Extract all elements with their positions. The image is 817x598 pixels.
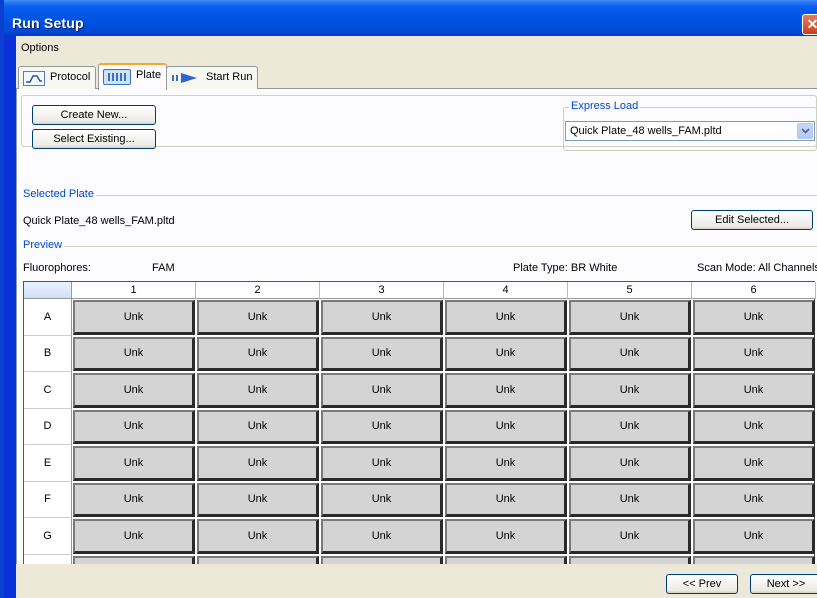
plate-well[interactable]: Unk <box>321 519 443 554</box>
footer-bar: << Prev Next >> <box>16 564 817 598</box>
plate-well[interactable]: Unk <box>569 336 691 371</box>
column-header[interactable]: 6 <box>692 282 816 299</box>
plate-well[interactable]: Unk <box>569 446 691 481</box>
row-header[interactable]: B <box>24 335 72 372</box>
plate-well[interactable]: Unk <box>693 482 815 517</box>
scan-mode: Scan Mode: All Channels <box>697 262 817 274</box>
plate-well[interactable]: Unk <box>445 336 567 371</box>
close-button[interactable]: ✕ <box>802 14 817 35</box>
column-header[interactable]: 3 <box>320 282 444 299</box>
plate-well[interactable]: Unk <box>693 519 815 554</box>
plate-well[interactable]: Unk <box>445 519 567 554</box>
tab-plate-label: Plate <box>136 69 162 81</box>
plate-grid-icon <box>103 69 131 85</box>
window-title: Run Setup <box>12 15 84 31</box>
protocol-graph-icon <box>23 71 45 86</box>
preview-divider <box>21 246 817 247</box>
plate-well[interactable]: Unk <box>693 446 815 481</box>
menu-bar: Options <box>16 36 817 60</box>
plate-well[interactable]: Unk <box>197 519 319 554</box>
tab-protocol[interactable]: Protocol <box>18 66 97 89</box>
plate-well[interactable]: Unk <box>73 519 195 554</box>
plate-well[interactable]: Unk <box>569 300 691 335</box>
plate-well[interactable]: Unk <box>693 409 815 444</box>
tab-start-run[interactable]: Start Run <box>166 66 259 89</box>
select-existing-button[interactable]: Select Existing... <box>32 129 156 149</box>
create-new-button[interactable]: Create New... <box>32 105 156 125</box>
start-run-arrow-icon <box>171 71 201 88</box>
plate-well[interactable]: Unk <box>321 482 443 517</box>
column-header[interactable]: 2 <box>196 282 320 299</box>
plate-well[interactable]: Unk <box>73 300 195 335</box>
plate-well[interactable]: Unk <box>445 446 567 481</box>
plate-well[interactable]: Unk <box>73 373 195 408</box>
grid-corner[interactable] <box>24 282 72 299</box>
tab-start-run-label: Start Run <box>206 71 253 83</box>
preview-label: Preview <box>21 239 65 251</box>
column-header[interactable]: 1 <box>72 282 196 299</box>
plate-well[interactable]: Unk <box>197 482 319 517</box>
plate-well[interactable]: Unk <box>321 336 443 371</box>
window-client: Options Protocol Plate Start Run Create … <box>16 36 817 598</box>
row-header[interactable]: G <box>24 518 72 555</box>
row-header[interactable]: D <box>24 408 72 445</box>
plate-well[interactable]: Unk <box>445 300 567 335</box>
plate-well[interactable]: Unk <box>445 482 567 517</box>
column-header[interactable]: 5 <box>568 282 692 299</box>
row-header[interactable]: C <box>24 372 72 409</box>
plate-well[interactable]: Unk <box>445 373 567 408</box>
plate-well[interactable]: Unk <box>73 409 195 444</box>
fluorophores-value: FAM <box>152 262 175 274</box>
plate-well[interactable]: Unk <box>197 373 319 408</box>
plate-well[interactable]: Unk <box>693 373 815 408</box>
edit-selected-button[interactable]: Edit Selected... <box>691 210 813 230</box>
menu-options[interactable]: Options <box>21 42 59 54</box>
plate-well[interactable]: Unk <box>569 482 691 517</box>
plate-well[interactable]: Unk <box>693 336 815 371</box>
plate-well[interactable]: Unk <box>569 519 691 554</box>
plate-well[interactable]: Unk <box>73 336 195 371</box>
plate-well[interactable]: Unk <box>197 300 319 335</box>
row-header[interactable]: F <box>24 481 72 518</box>
express-load-select[interactable]: Quick Plate_48 wells_FAM.pltd <box>565 121 815 141</box>
column-header[interactable]: 4 <box>444 282 568 299</box>
plate-well[interactable]: Unk <box>693 300 815 335</box>
express-load-label: Express Load <box>569 100 641 112</box>
row-header[interactable]: A <box>24 299 72 336</box>
close-icon: ✕ <box>806 16 817 32</box>
plate-well[interactable]: Unk <box>445 409 567 444</box>
title-bar[interactable]: Run Setup <box>4 0 817 36</box>
plate-type: Plate Type: BR White <box>513 262 618 274</box>
plate-well[interactable]: Unk <box>569 373 691 408</box>
tab-strip: Protocol Plate Start Run <box>16 63 817 90</box>
plate-grid: 1 2 3 4 5 6 A Unk Unk Unk Unk Unk Unk B Unk Unk Unk Unk Un… <box>23 281 816 593</box>
prev-button[interactable]: << Prev <box>666 574 738 594</box>
next-button[interactable]: Next >> <box>750 574 817 594</box>
plate-well[interactable]: Unk <box>73 482 195 517</box>
selected-plate-label: Selected Plate <box>21 188 96 200</box>
plate-well[interactable]: Unk <box>321 300 443 335</box>
run-setup-window: Run Setup ✕ Options Protocol Plate Start… <box>0 0 817 598</box>
tab-protocol-label: Protocol <box>50 71 91 83</box>
plate-well[interactable]: Unk <box>321 446 443 481</box>
fluorophores-label: Fluorophores: <box>23 262 91 274</box>
plate-well[interactable]: Unk <box>569 409 691 444</box>
tab-plate[interactable]: Plate <box>98 63 168 90</box>
selected-plate-value: Quick Plate_48 wells_FAM.pltd <box>23 215 175 227</box>
plate-well[interactable]: Unk <box>73 446 195 481</box>
selected-plate-divider <box>21 195 817 196</box>
plate-well[interactable]: Unk <box>197 336 319 371</box>
plate-well[interactable]: Unk <box>197 409 319 444</box>
plate-well[interactable]: Unk <box>197 446 319 481</box>
express-load-value: Quick Plate_48 wells_FAM.pltd <box>570 125 722 137</box>
plate-well[interactable]: Unk <box>321 373 443 408</box>
plate-panel: Create New... Select Existing... Express… <box>16 89 817 593</box>
chevron-down-icon[interactable] <box>797 123 813 139</box>
plate-well[interactable]: Unk <box>321 409 443 444</box>
row-header[interactable]: E <box>24 445 72 482</box>
